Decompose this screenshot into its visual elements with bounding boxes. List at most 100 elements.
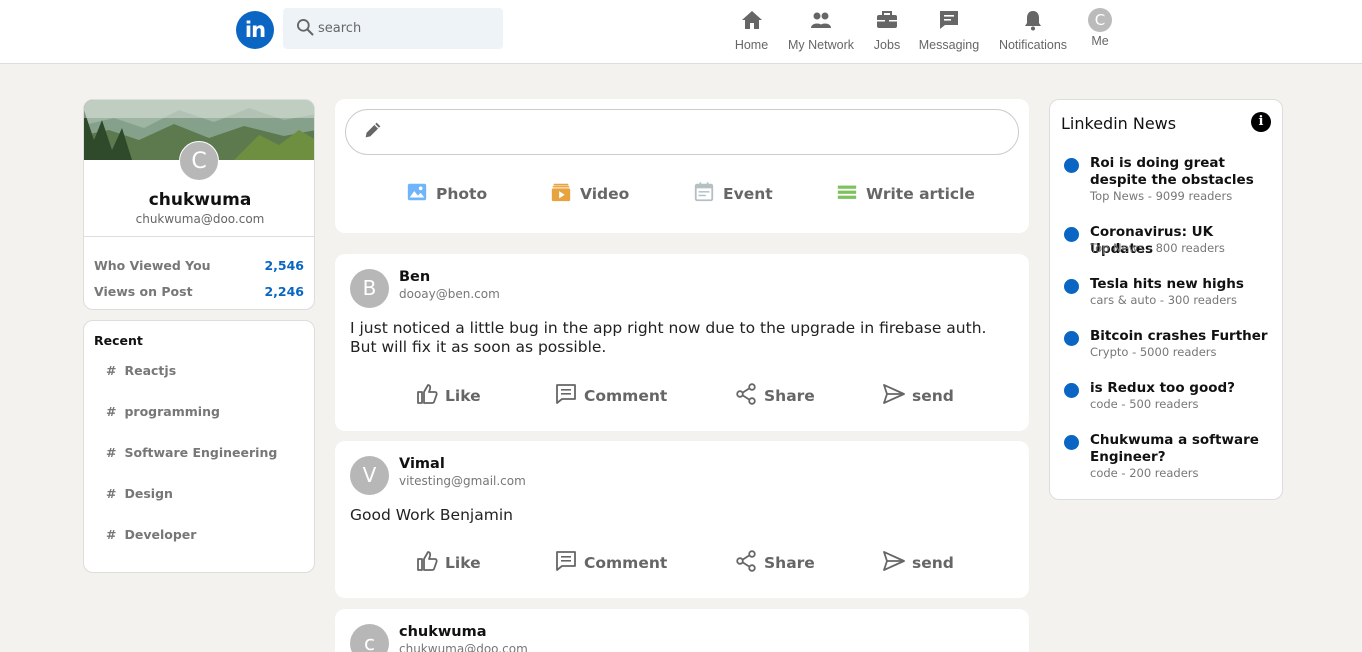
pencil-icon bbox=[362, 119, 384, 145]
nav-label-me: Me bbox=[1091, 34, 1109, 48]
action-label: Like bbox=[445, 387, 481, 405]
compose-input[interactable] bbox=[394, 124, 994, 140]
comment-icon bbox=[554, 549, 584, 577]
stat-label: Views on Post bbox=[94, 284, 193, 299]
post-author-name[interactable]: Vimal bbox=[399, 456, 445, 472]
compose-input-box[interactable] bbox=[345, 109, 1019, 155]
search-icon bbox=[295, 17, 315, 41]
compose-option-label: Photo bbox=[436, 185, 488, 203]
nav-label-messaging: Messaging bbox=[918, 38, 980, 52]
share-button[interactable]: Share bbox=[734, 549, 815, 577]
nav-messaging[interactable]: Messaging bbox=[918, 8, 980, 56]
stat-label: Who Viewed You bbox=[94, 258, 211, 273]
comment-button[interactable]: Comment bbox=[554, 549, 667, 577]
post-card: V Vimal vitesting@gmail.com Good Work Be… bbox=[335, 441, 1029, 598]
profile-avatar[interactable]: C bbox=[179, 141, 219, 181]
nav-label-notifications: Notifications bbox=[998, 38, 1068, 52]
recent-item[interactable]: # Developer bbox=[106, 527, 196, 542]
send-button[interactable]: send bbox=[882, 382, 954, 410]
post-avatar[interactable]: B bbox=[350, 269, 389, 308]
bullet-dot bbox=[1064, 331, 1079, 346]
action-label: Comment bbox=[584, 387, 668, 405]
compose-photo-button[interactable]: Photo bbox=[406, 181, 487, 207]
action-label: Share bbox=[764, 554, 815, 572]
recent-item-label: programming bbox=[124, 404, 220, 419]
profile-card: C chukwuma chukwuma@doo.com Who Viewed Y… bbox=[83, 99, 315, 310]
message-icon bbox=[937, 8, 961, 36]
stat-who-viewed[interactable]: Who Viewed You 2,546 bbox=[94, 258, 304, 273]
comment-button[interactable]: Comment bbox=[554, 382, 667, 410]
news-sub: Crypto - 5000 readers bbox=[1090, 345, 1217, 359]
hash-icon: # bbox=[106, 486, 117, 501]
recent-title: Recent bbox=[94, 333, 143, 348]
recent-item[interactable]: # Design bbox=[106, 486, 173, 501]
action-label: send bbox=[912, 554, 954, 572]
compose-video-button[interactable]: Video bbox=[550, 181, 629, 207]
post-avatar[interactable]: c bbox=[350, 624, 389, 652]
compose-option-label: Write article bbox=[866, 185, 975, 203]
post-author-email: dooay@ben.com bbox=[399, 287, 500, 301]
nav-my-network[interactable]: My Network bbox=[786, 8, 856, 56]
stat-views-on-post[interactable]: Views on Post 2,246 bbox=[94, 284, 304, 299]
recent-item[interactable]: # Reactjs bbox=[106, 363, 176, 378]
info-icon[interactable]: i bbox=[1251, 112, 1271, 132]
post-card: B Ben dooay@ben.com I just noticed a lit… bbox=[335, 254, 1029, 431]
compose-option-label: Video bbox=[580, 185, 630, 203]
news-title: Linkedin News bbox=[1061, 114, 1177, 133]
recent-item-label: Reactjs bbox=[124, 363, 177, 378]
post-text: Good Work Benjamin bbox=[350, 506, 513, 524]
action-label: Share bbox=[764, 387, 815, 405]
bullet-dot bbox=[1064, 435, 1079, 450]
post-author-name[interactable]: chukwuma bbox=[399, 624, 487, 640]
action-label: Like bbox=[445, 554, 481, 572]
profile-email: chukwuma@doo.com bbox=[135, 212, 265, 226]
bullet-dot bbox=[1064, 227, 1079, 242]
like-button[interactable]: Like bbox=[415, 549, 481, 577]
news-widget: Linkedin News i Roi is doing great despi… bbox=[1049, 99, 1283, 500]
nav-label-my-network: My Network bbox=[788, 38, 854, 52]
like-button[interactable]: Like bbox=[415, 382, 481, 410]
news-headline: Bitcoin crashes Further bbox=[1090, 328, 1268, 344]
send-button[interactable]: send bbox=[882, 549, 954, 577]
news-headline: is Redux too good? bbox=[1090, 380, 1236, 396]
avatar: C bbox=[1088, 8, 1112, 32]
search-bar[interactable] bbox=[283, 8, 503, 49]
linkedin-logo[interactable]: in bbox=[236, 11, 274, 49]
news-headline: Roi is doing great despite the obstacles bbox=[1090, 155, 1254, 188]
compose-event-button[interactable]: Event bbox=[693, 181, 773, 207]
news-headline: Tesla hits new highs bbox=[1090, 276, 1244, 292]
share-button[interactable]: Share bbox=[734, 382, 815, 410]
recent-item[interactable]: # Software Engineering bbox=[106, 445, 277, 460]
nav-home[interactable]: Home bbox=[735, 8, 768, 56]
news-sub: Top News - 9099 readers bbox=[1090, 189, 1233, 203]
stat-value: 2,546 bbox=[264, 258, 304, 273]
search-input[interactable] bbox=[318, 21, 488, 36]
hash-icon: # bbox=[106, 363, 117, 378]
post-card: c chukwuma chukwuma@doo.com bbox=[335, 609, 1029, 652]
recent-item[interactable]: # programming bbox=[106, 404, 220, 419]
post-author-name[interactable]: Ben bbox=[399, 269, 430, 285]
news-headline: Chukwuma a software Engineer? bbox=[1090, 432, 1259, 465]
hash-icon: # bbox=[106, 527, 117, 542]
action-label: Comment bbox=[584, 554, 668, 572]
news-sub: code - 200 readers bbox=[1090, 466, 1199, 480]
nav-notifications[interactable]: Notifications bbox=[996, 8, 1070, 56]
post-text: I just noticed a little bug in the app r… bbox=[350, 319, 987, 356]
home-icon bbox=[740, 8, 764, 36]
post-avatar[interactable]: V bbox=[350, 456, 389, 495]
news-sub: Top News - 800 readers bbox=[1090, 241, 1225, 255]
nav-jobs[interactable]: Jobs bbox=[873, 8, 901, 56]
recent-item-label: Developer bbox=[124, 527, 197, 542]
post-author-email: vitesting@gmail.com bbox=[399, 474, 526, 488]
video-icon bbox=[550, 181, 580, 207]
nav-me[interactable]: C Me bbox=[1088, 8, 1112, 56]
recent-card: Recent # Reactjs # programming # Software E… bbox=[83, 320, 315, 573]
share-icon bbox=[734, 549, 764, 577]
compose-option-label: Event bbox=[723, 185, 773, 203]
stat-value: 2,246 bbox=[264, 284, 304, 299]
compose-article-button[interactable]: Write article bbox=[836, 181, 975, 207]
compose-card: Photo Video Event Write article bbox=[335, 99, 1029, 233]
network-icon bbox=[809, 8, 833, 36]
bullet-dot bbox=[1064, 383, 1079, 398]
hash-icon: # bbox=[106, 404, 117, 419]
